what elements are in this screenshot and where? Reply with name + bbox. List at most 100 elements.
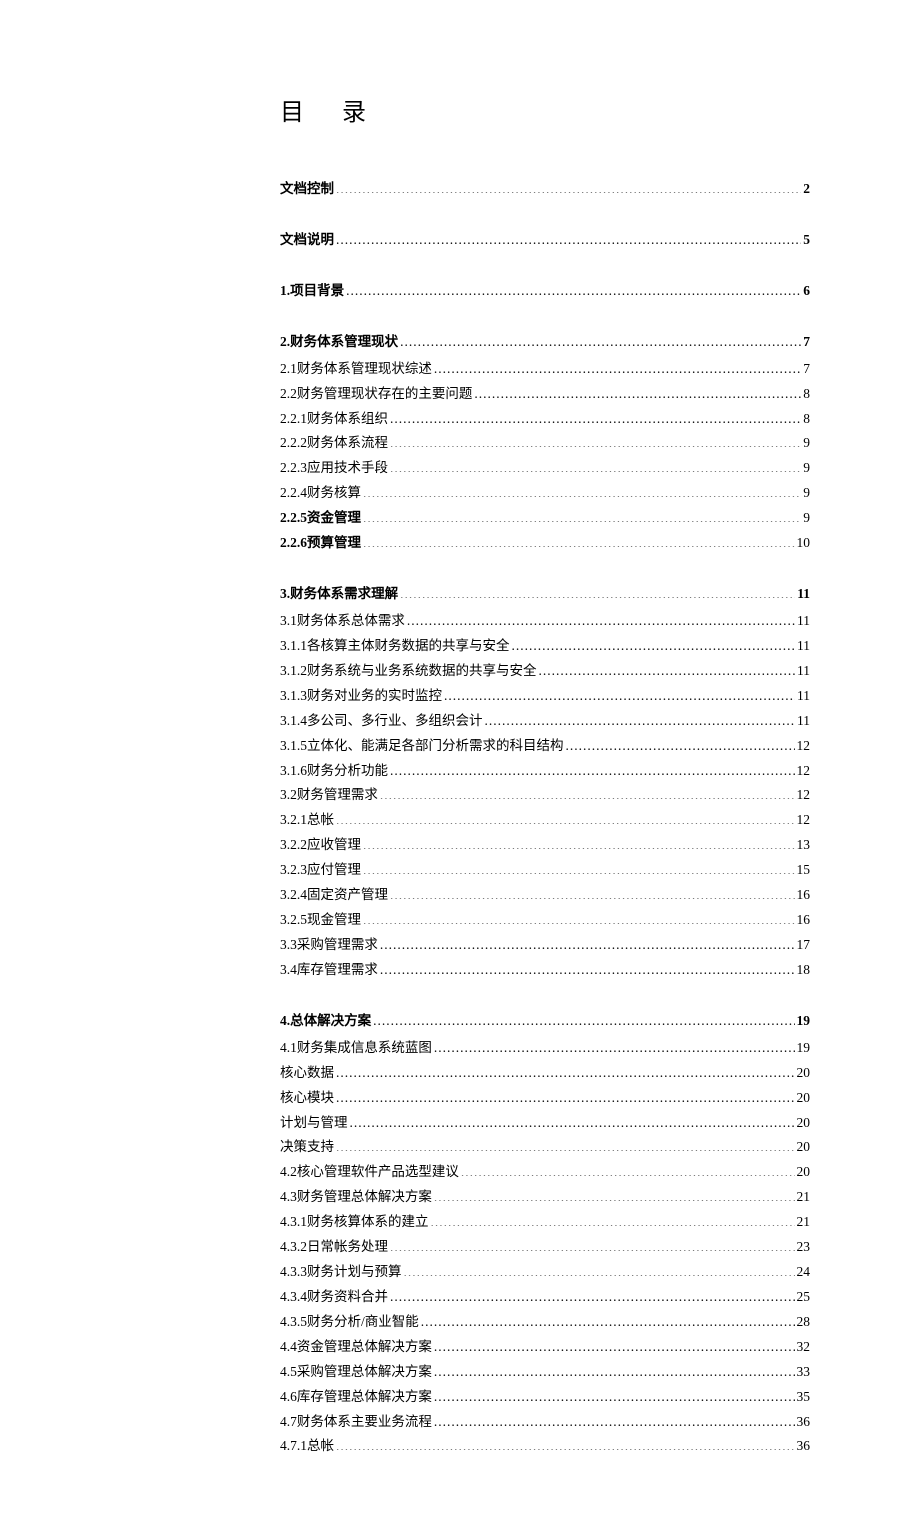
toc-entry-page: 17 — [797, 935, 811, 956]
toc-entry[interactable]: 核心模块20 — [280, 1088, 810, 1109]
toc-entry-label: 4.7财务体系主要业务流程 — [280, 1412, 432, 1433]
toc-entry-page: 12 — [797, 761, 811, 782]
toc-leader — [400, 585, 795, 599]
toc-heading-entry[interactable]: 文档说明5 — [280, 230, 810, 251]
toc-entry[interactable]: 2.2.5资金管理9 — [280, 508, 810, 529]
toc-entry[interactable]: 3.2.4固定资产管理 16 — [280, 885, 810, 906]
toc-entry[interactable]: 3.2.5现金管理16 — [280, 910, 810, 931]
toc-entry-page: 12 — [797, 785, 811, 806]
toc-entry[interactable]: 核心数据20 — [280, 1063, 810, 1084]
toc-entry-label: 3.1.3财务对业务的实时监控 — [280, 686, 442, 707]
toc-leader — [434, 1412, 795, 1426]
toc-entry-page: 11 — [797, 611, 810, 632]
toc-entry-label: 4.1财务集成信息系统蓝图 — [280, 1038, 432, 1059]
toc-heading-entry[interactable]: 3.财务体系需求理解11 — [280, 584, 810, 605]
toc-heading-label: 2.财务体系管理现状 — [280, 332, 398, 353]
toc-section: 文档说明5 — [280, 230, 810, 251]
toc-leader — [461, 1163, 795, 1177]
toc-leader — [421, 1312, 795, 1326]
toc-entry[interactable]: 4.4资金管理总体解决方案32 — [280, 1337, 810, 1358]
toc-entry-page: 16 — [797, 885, 811, 906]
toc-entry-label: 4.7.1总帐 — [280, 1436, 334, 1457]
toc-leader — [434, 1038, 795, 1052]
toc-entry-page: 16 — [797, 910, 811, 931]
toc-entry-page: 12 — [797, 736, 811, 757]
toc-entry-label: 2.2.6预算管理 — [280, 533, 361, 554]
toc-entry[interactable]: 4.5采购管理总体解决方案33 — [280, 1362, 810, 1383]
toc-entry[interactable]: 4.3.2日常帐务处理23 — [280, 1237, 810, 1258]
toc-entry[interactable]: 4.3.1财务核算体系的建立 21 — [280, 1212, 810, 1233]
toc-entry[interactable]: 3.1.2财务系统与业务系统数据的共享与安全11 — [280, 661, 810, 682]
toc-entry[interactable]: 计划与管理20 — [280, 1113, 810, 1134]
toc-entry[interactable]: 4.7财务体系主要业务流程36 — [280, 1412, 810, 1433]
toc-entry[interactable]: 2.2.2财务体系流程9 — [280, 433, 810, 454]
toc-leader — [390, 1287, 795, 1301]
toc-entry[interactable]: 3.4库存管理需求18 — [280, 960, 810, 981]
toc-leader — [434, 1337, 795, 1351]
toc-entry[interactable]: 3.1.1各核算主体财务数据的共享与安全11 — [280, 636, 810, 657]
toc-heading-entry[interactable]: 文档控制2 — [280, 179, 810, 200]
toc-entry-page: 19 — [797, 1038, 811, 1059]
toc-entry-label: 4.2核心管理软件产品选型建议 — [280, 1162, 459, 1183]
toc-entry[interactable]: 4.1财务集成信息系统蓝图 19 — [280, 1038, 810, 1059]
toc-entry[interactable]: 2.2.3应用技术手段9 — [280, 458, 810, 479]
toc-entry[interactable]: 3.1.4多公司、多行业、多组织会计11 — [280, 711, 810, 732]
toc-leader — [474, 384, 801, 398]
toc-entry-label: 3.1.5立体化、能满足各部门分析需求的科目结构 — [280, 736, 564, 757]
toc-leader — [431, 1213, 795, 1227]
toc-leader — [363, 484, 801, 498]
toc-entry-label: 2.1财务体系管理现状综述 — [280, 359, 432, 380]
toc-title: 目录 — [280, 95, 810, 131]
toc-entry[interactable]: 3.2.2应收管理13 — [280, 835, 810, 856]
toc-entry[interactable]: 3.1.3财务对业务的实时监控 11 — [280, 686, 810, 707]
toc-heading-label: 文档控制 — [280, 179, 334, 200]
toc-entry-page: 11 — [797, 686, 810, 707]
toc-leader — [485, 711, 796, 725]
toc-entry[interactable]: 3.2财务管理需求12 — [280, 785, 810, 806]
toc-heading-page: 19 — [797, 1011, 811, 1032]
toc-entry[interactable]: 4.6库存管理总体解决方案35 — [280, 1387, 810, 1408]
toc-entry[interactable]: 4.3财务管理总体解决方案21 — [280, 1187, 810, 1208]
toc-entry-page: 20 — [797, 1063, 811, 1084]
toc-entry[interactable]: 4.3.4财务资料合并25 — [280, 1287, 810, 1308]
toc-leader — [390, 886, 795, 900]
toc-entry-page: 9 — [803, 458, 810, 479]
toc-entry-label: 4.5采购管理总体解决方案 — [280, 1362, 432, 1383]
toc-entry-page: 23 — [797, 1237, 811, 1258]
toc-entry[interactable]: 2.2财务管理现状存在的主要问题8 — [280, 384, 810, 405]
toc-heading-entry[interactable]: 4.总体解决方案19 — [280, 1011, 810, 1032]
toc-heading-entry[interactable]: 1.项目背景6 — [280, 281, 810, 302]
toc-entry[interactable]: 决策支持20 — [280, 1137, 810, 1158]
toc-leader — [350, 1113, 795, 1127]
toc-entry-label: 2.2.2财务体系流程 — [280, 433, 388, 454]
toc-entry-label: 3.2.4固定资产管理 — [280, 885, 388, 906]
toc-entry[interactable]: 4.7.1总帐 36 — [280, 1436, 810, 1457]
toc-entry-page: 20 — [797, 1137, 811, 1158]
toc-entry[interactable]: 3.2.1总帐12 — [280, 810, 810, 831]
toc-entry-page: 36 — [797, 1436, 811, 1457]
toc-entry[interactable]: 3.1.6财务分析功能12 — [280, 761, 810, 782]
toc-entry-page: 9 — [803, 508, 810, 529]
toc-entry[interactable]: 3.3采购管理需求 17 — [280, 935, 810, 956]
toc-heading-page: 6 — [803, 281, 810, 302]
toc-entry-page: 35 — [797, 1387, 811, 1408]
toc-heading-entry[interactable]: 2.财务体系管理现状 7 — [280, 332, 810, 353]
toc-entry[interactable]: 2.2.4财务核算9 — [280, 483, 810, 504]
toc-entry[interactable]: 4.3.5财务分析/商业智能28 — [280, 1312, 810, 1333]
toc-entry[interactable]: 3.2.3应付管理15 — [280, 860, 810, 881]
toc-entry-page: 7 — [803, 359, 810, 380]
toc-entry[interactable]: 3.1.5立体化、能满足各部门分析需求的科目结构 12 — [280, 736, 810, 757]
toc-entry[interactable]: 4.3.3财务计划与预算24 — [280, 1262, 810, 1283]
toc-entry-label: 4.3.1财务核算体系的建立 — [280, 1212, 429, 1233]
toc-entry-label: 3.3采购管理需求 — [280, 935, 378, 956]
toc-leader — [346, 281, 801, 295]
toc-entry[interactable]: 2.2.1财务体系组织8 — [280, 409, 810, 430]
toc-entry-page: 21 — [797, 1212, 811, 1233]
toc-entry[interactable]: 4.2核心管理软件产品选型建议20 — [280, 1162, 810, 1183]
toc-leader — [336, 1088, 795, 1102]
toc-heading-page: 7 — [803, 332, 810, 353]
toc-leader — [434, 1362, 795, 1376]
toc-entry[interactable]: 2.2.6预算管理10 — [280, 533, 810, 554]
toc-entry[interactable]: 3.1财务体系总体需求11 — [280, 611, 810, 632]
toc-entry[interactable]: 2.1财务体系管理现状综述 7 — [280, 359, 810, 380]
